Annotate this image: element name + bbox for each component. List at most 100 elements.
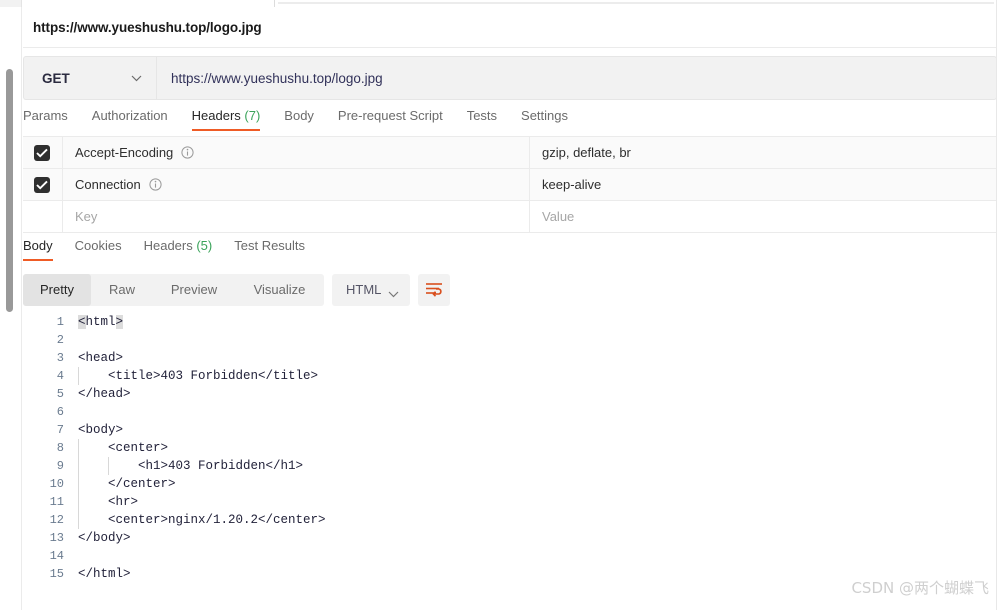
table-row[interactable]: Connection keep-alive [23,169,997,201]
tab-label: Body [23,238,53,253]
view-mode-segmented: Pretty Raw Preview Visualize [23,274,324,306]
header-value-cell[interactable]: Value [530,201,997,233]
code-text: </center> [78,477,176,491]
request-url-row: GET https://www.yueshushu.top/logo.jpg [23,56,997,100]
tab-label: Pre-request Script [337,108,443,123]
tab-label: Test Results [234,238,306,253]
code-text: <h1>403 Forbidden</h1> [78,459,304,473]
tab-underline [278,2,994,4]
wrap-text-button[interactable] [418,274,450,306]
view-mode-visualize[interactable]: Visualize [235,274,324,306]
format-select[interactable]: HTML [332,274,410,306]
header-value-cell[interactable]: gzip, deflate, br [530,137,997,169]
code-fragment: html [85,315,116,329]
http-method-select[interactable]: GET [23,56,156,100]
header-value-cell[interactable]: keep-alive [530,169,997,201]
tab-label: Params [23,108,68,123]
line-number: 11 [49,495,64,509]
line-number: 15 [49,567,64,581]
code-line: 11 <hr> [23,493,997,511]
code-text: <center>nginx/1.20.2</center> [78,513,326,527]
request-tab-tests[interactable]: Tests [467,108,497,131]
response-tab-cookies[interactable]: Cookies [75,238,122,261]
info-icon[interactable] [149,178,162,191]
line-number: 14 [49,549,64,563]
request-tab-authorization[interactable]: Authorization [92,108,168,131]
header-key-value: Connection [75,177,141,192]
request-tab-headers[interactable]: Headers (7) [191,108,261,131]
code-line: 3 <head> [23,349,997,367]
request-tab-body[interactable]: Body [284,108,314,131]
request-title-bar: https://www.yueshushu.top/logo.jpg [23,7,997,48]
table-row[interactable]: Accept-Encoding gzip, deflate, br [23,137,997,169]
header-key-value: Accept-Encoding [75,145,174,160]
active-tab-underline [191,129,261,131]
header-key-placeholder: Key [75,209,98,224]
header-key-cell[interactable]: Key [63,201,530,233]
response-view-toolbar: Pretty Raw Preview Visualize HTML [23,274,997,308]
code-line: 7 <body> [23,421,997,439]
checkbox-checked[interactable] [34,177,50,193]
header-key-cell[interactable]: Accept-Encoding [63,137,530,169]
header-enable-cell[interactable] [23,137,63,169]
response-tab-headers[interactable]: Headers (5) [144,238,213,261]
tab-stub[interactable] [0,0,22,7]
line-number: 5 [56,387,64,401]
code-line: 4 <title>403 Forbidden</title> [23,367,997,385]
response-body-code[interactable]: 1 <html> 2 3 <head> 4 <title>403 Forbidden</t… [23,313,997,610]
scrollbar-thumb[interactable] [6,69,13,312]
request-tab-pre-request-script[interactable]: Pre-request Script [338,108,443,131]
response-tab-body[interactable]: Body [23,238,53,261]
chevron-down-icon [388,286,399,298]
table-row[interactable]: Key Value [23,201,997,233]
postman-window: https://www.yueshushu.top/logo.jpg GET h… [0,0,997,610]
bracket-match: < [78,315,86,329]
code-line: 6 [23,403,997,421]
request-title: https://www.yueshushu.top/logo.jpg [33,20,262,35]
url-input-value: https://www.yueshushu.top/logo.jpg [171,71,383,86]
tab-label: Authorization [91,108,168,123]
code-line: 10 </center> [23,475,997,493]
format-label: HTML [346,282,382,297]
header-enable-cell[interactable] [23,169,63,201]
info-icon[interactable] [181,146,194,159]
line-number: 8 [56,441,64,455]
header-value-value: keep-alive [542,177,602,192]
code-text: <hr> [78,495,139,509]
headers-table: Accept-Encoding gzip, deflate, br Connecti… [23,136,997,234]
code-line: 2 [23,331,997,349]
response-tab-test-results[interactable]: Test Results [234,238,305,261]
bracket-match: > [115,315,124,329]
tab-label: Body [284,108,314,123]
view-mode-pretty[interactable]: Pretty [23,274,91,306]
url-input[interactable]: https://www.yueshushu.top/logo.jpg [156,56,997,100]
header-key-cell[interactable]: Connection [63,169,530,201]
tab-label: Cookies [74,238,122,253]
code-line: 12 <center>nginx/1.20.2</center> [23,511,997,529]
header-enable-cell[interactable] [23,201,63,233]
chevron-down-icon [131,74,142,83]
line-number: 3 [56,351,64,365]
http-method-label: GET [42,71,70,86]
response-divider [23,267,997,268]
view-mode-preview[interactable]: Preview [153,274,235,306]
line-number: 4 [56,369,64,383]
code-line: 8 <center> [23,439,997,457]
tab-divider [274,0,275,7]
line-number: 2 [56,333,64,347]
line-number: 6 [56,405,64,419]
code-text: <center> [78,441,169,455]
checkbox-checked[interactable] [34,145,50,161]
code-text: </body> [78,531,131,545]
vertical-scrollbar[interactable] [0,7,22,610]
tab-label: Headers [143,238,193,253]
response-tabs: Body Cookies Headers (5) Test Results [23,238,997,266]
request-tab-settings[interactable]: Settings [521,108,568,131]
line-number: 7 [56,423,64,437]
line-number: 13 [49,531,64,545]
view-mode-raw[interactable]: Raw [91,274,153,306]
code-line: 9 <h1>403 Forbidden</h1> [23,457,997,475]
request-tab-params[interactable]: Params [23,108,68,131]
code-line: 13 </body> [23,529,997,547]
active-tab-underline [23,259,53,261]
